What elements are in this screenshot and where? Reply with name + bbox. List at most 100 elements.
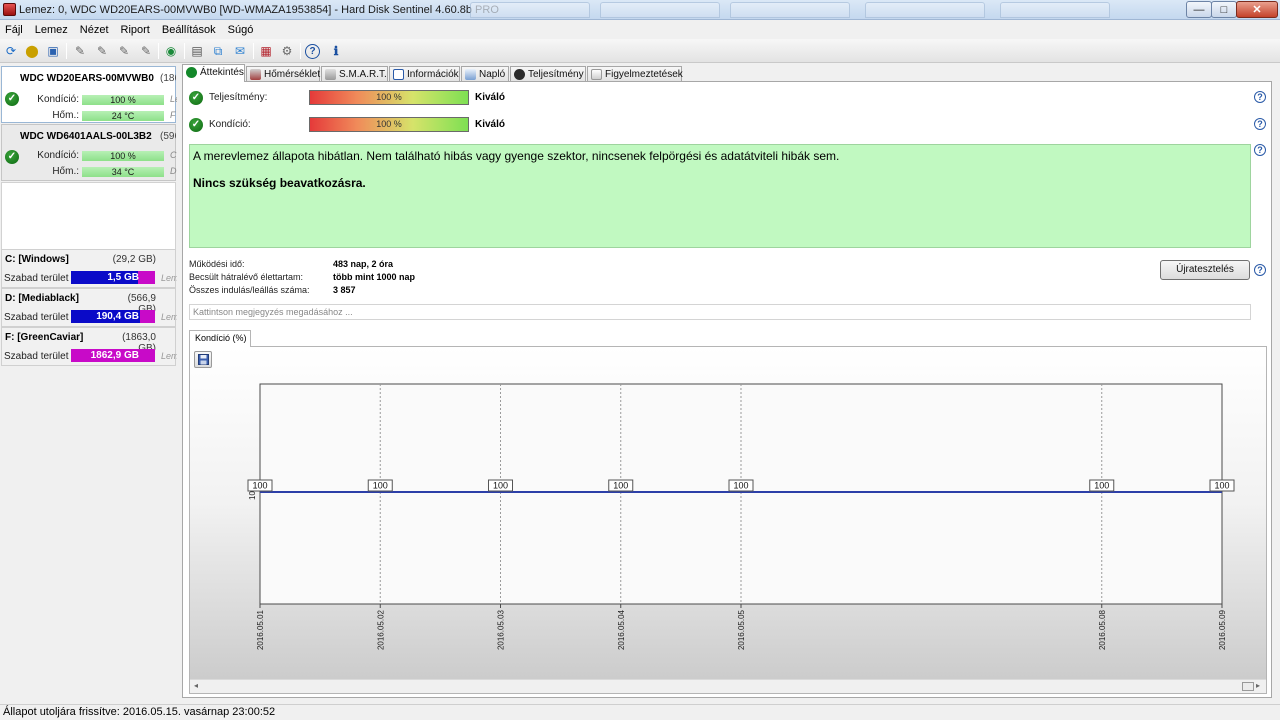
scroll-grip[interactable] <box>1242 682 1254 691</box>
status-message-box: A merevlemez állapota hibátlan. Nem talá… <box>189 144 1251 248</box>
performance-label: Teljesítmény: <box>209 92 268 103</box>
minimize-button[interactable]: — <box>1186 1 1212 18</box>
tab-performance[interactable]: Teljesítmény <box>510 66 586 82</box>
background-window-tab[interactable] <box>600 2 720 18</box>
disk-list-panel: WDC WD20EARS-00MVWB0 (186 ✓ Kondíció: 10… <box>0 64 177 704</box>
maximize-button[interactable]: □ <box>1211 1 1237 18</box>
volume-d[interactable]: D: [Mediablack] (566,9 GB) Szabad terüle… <box>1 288 177 327</box>
temperature-bar: 24 °C <box>82 111 164 121</box>
ok-check-icon: ✓ <box>189 118 203 132</box>
truncated-text: Lem <box>161 351 177 361</box>
menu-help[interactable]: Súgó <box>222 24 260 36</box>
x-tick-label: 2016.05.09 <box>1218 609 1227 650</box>
data-label: 100 <box>613 481 628 491</box>
overview-panel: ✓ Teljesítmény: 100 % Kiváló ? ✓ Kondíci… <box>182 81 1272 698</box>
detect-icon[interactable]: ⬤ <box>23 42 41 60</box>
chart-horizontal-scrollbar[interactable]: ◂ ▸ <box>190 679 1266 693</box>
tab-label: Napló <box>479 69 506 80</box>
copy-icon[interactable]: ⧉ <box>209 42 227 60</box>
help-icon[interactable]: ? <box>1254 264 1266 276</box>
free-space-label: Szabad terület <box>4 273 69 284</box>
menu-disk[interactable]: Lemez <box>29 24 74 36</box>
toolbar-separator <box>158 43 159 59</box>
tab-label: Teljesítmény <box>528 69 584 80</box>
free-space-bar: 1862,9 GB <box>71 349 155 362</box>
tab-log[interactable]: Napló <box>461 66 509 82</box>
report-icon[interactable]: ▤ <box>188 42 206 60</box>
chart-tab-condition[interactable]: Kondíció (%) <box>189 330 251 347</box>
start-stop-count-label: Összes indulás/leállás száma: <box>189 285 310 295</box>
globe-icon[interactable]: ◉ <box>162 42 180 60</box>
toolbar-separator <box>300 43 301 59</box>
test-icon[interactable]: ✎ <box>71 42 89 60</box>
tab-smart[interactable]: S.M.A.R.T. <box>321 66 388 82</box>
performance-bar: 100 % <box>309 90 469 105</box>
scroll-right-arrow[interactable]: ▸ <box>1256 681 1260 690</box>
alerts-icon <box>591 69 602 80</box>
floppy-icon <box>197 354 209 365</box>
help-icon[interactable]: ? <box>1254 144 1266 156</box>
background-window-tab[interactable] <box>730 2 850 18</box>
tab-strip: Áttekintés Hőmérséklet S.M.A.R.T. Inform… <box>182 64 1272 82</box>
menu-settings[interactable]: Beállítások <box>156 24 222 36</box>
disk-size: (596 <box>160 131 176 142</box>
volume-name: C: [Windows] <box>5 254 69 265</box>
background-window-tab[interactable] <box>865 2 985 18</box>
tab-information[interactable]: Információk <box>389 66 460 82</box>
note-input[interactable]: Kattintson megjegyzés megadásához ... <box>189 304 1251 320</box>
background-window-tab[interactable] <box>1000 2 1110 18</box>
tab-temperature[interactable]: Hőmérséklet <box>246 66 320 82</box>
disk-size: (186 <box>160 73 176 84</box>
menu-file[interactable]: Fájl <box>0 24 29 36</box>
menu-view[interactable]: Nézet <box>74 24 115 36</box>
thermometer-icon <box>250 69 261 80</box>
settings-icon[interactable]: ⚙ <box>278 42 296 60</box>
ok-check-icon: ✓ <box>189 91 203 105</box>
free-space-label: Szabad terület <box>4 351 69 362</box>
status-bar: Állapot utoljára frissítve: 2016.05.15. … <box>0 704 1280 720</box>
help-icon[interactable]: ? <box>1254 118 1266 130</box>
x-tick-label: 2016.05.01 <box>256 609 265 650</box>
send-icon[interactable]: ✉ <box>231 42 249 60</box>
alert-icon[interactable]: ▦ <box>257 42 275 60</box>
monitor-icon[interactable]: ▣ <box>44 42 62 60</box>
volume-f[interactable]: F: [GreenCaviar] (1863,0 GB) Szabad terü… <box>1 327 177 366</box>
disk-card-1[interactable]: WDC WD6401AALS-00L3B2 (596 ✓ Kondíció: 1… <box>1 124 177 181</box>
info-icon[interactable]: ℹ <box>327 42 345 60</box>
menu-bar: Fájl Lemez Nézet Riport Beállítások Súgó <box>0 20 1280 39</box>
refresh-icon[interactable]: ⟳ <box>2 42 20 60</box>
truncated-text: Le <box>170 94 177 104</box>
data-label: 100 <box>1214 481 1229 491</box>
tab-label: Áttekintés <box>200 67 244 78</box>
tab-alerts[interactable]: Figyelmeztetések <box>587 66 683 82</box>
volume-name: D: [Mediablack] <box>5 293 79 304</box>
data-label: 100 <box>493 481 508 491</box>
start-stop-count-value: 3 857 <box>333 285 356 295</box>
tab-label: Információk <box>407 69 459 80</box>
data-label: 100 <box>373 481 388 491</box>
test3-icon[interactable]: ✎ <box>115 42 133 60</box>
disk-name: WDC WD20EARS-00MVWB0 <box>20 73 154 84</box>
volume-c[interactable]: C: [Windows] (29,2 GB) Szabad terület 1,… <box>1 249 177 288</box>
title-bar: Lemez: 0, WDC WD20EARS-00MVWB0 [WD-WMAZA… <box>0 0 1280 20</box>
disk-card-0[interactable]: WDC WD20EARS-00MVWB0 (186 ✓ Kondíció: 10… <box>1 66 177 123</box>
background-window-tab[interactable] <box>470 2 590 18</box>
condition-bar: 100 % <box>82 95 164 105</box>
window-title: Lemez: 0, WDC WD20EARS-00MVWB0 [WD-WMAZA… <box>19 4 499 16</box>
test2-icon[interactable]: ✎ <box>93 42 111 60</box>
test4-icon[interactable]: ✎ <box>137 42 155 60</box>
help-icon[interactable]: ? <box>305 44 320 59</box>
performance-rating: Kiváló <box>475 92 506 103</box>
data-label: 100 <box>733 481 748 491</box>
tab-label: S.M.A.R.T. <box>339 69 387 80</box>
retest-button[interactable]: Újratesztelés <box>1160 260 1250 280</box>
tab-overview[interactable]: Áttekintés <box>182 64 245 82</box>
help-icon[interactable]: ? <box>1254 91 1266 103</box>
menu-report[interactable]: Riport <box>115 24 156 36</box>
close-button[interactable]: ✕ <box>1236 1 1278 18</box>
scroll-left-arrow[interactable]: ◂ <box>194 681 198 690</box>
ok-check-icon <box>186 67 197 78</box>
condition-rating: Kiváló <box>475 119 506 130</box>
save-chart-button[interactable] <box>194 351 212 368</box>
volume-name: F: [GreenCaviar] <box>5 332 84 343</box>
